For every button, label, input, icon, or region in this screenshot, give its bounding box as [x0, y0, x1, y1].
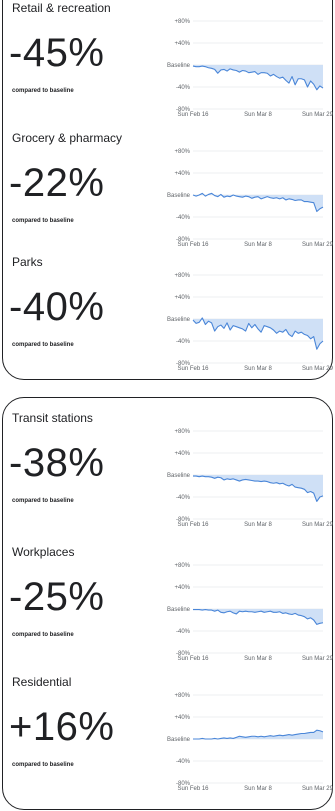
category-title: Residential: [12, 675, 72, 689]
category-block: Retail & recreation -45% compared to bas…: [3, 1, 334, 129]
y-tick-label: +80%: [174, 563, 190, 569]
trend-chart: +80%+40%Baseline-40%-80%Sun Feb 16 Sun Ma…: [167, 693, 334, 792]
y-tick-label: -40%: [176, 759, 191, 765]
x-tick-label: Sun Feb 16: [177, 242, 209, 248]
y-tick-label: Baseline: [167, 473, 191, 479]
trend-chart: +80%+40%Baseline-40%-80%Sun Feb 16 Sun Ma…: [167, 149, 334, 248]
trend-chart: +80%+40%Baseline-40%-80%Sun Feb 16 Sun Ma…: [167, 563, 334, 662]
x-tick-label: Sun Mar 29: [302, 242, 334, 248]
x-tick-label: Sun Mar 8: [244, 786, 272, 792]
y-tick-label: Baseline: [167, 317, 191, 323]
x-tick-label: Sun Mar 29: [302, 786, 334, 792]
category-block: Grocery & pharmacy -22% compared to base…: [3, 131, 334, 259]
x-tick-label: Sun Mar 8: [244, 366, 272, 372]
category-block: Transit stations -38% compared to baseli…: [3, 411, 334, 539]
x-tick-label: Sun Mar 8: [244, 242, 272, 248]
category-title: Grocery & pharmacy: [12, 131, 123, 145]
y-tick-label: +80%: [174, 19, 190, 25]
y-tick-label: -40%: [176, 85, 191, 91]
x-tick-label: Sun Feb 16: [177, 522, 209, 528]
x-tick-label: Sun Mar 8: [244, 522, 272, 528]
y-tick-label: Baseline: [167, 193, 191, 199]
x-tick-label: Sun Mar 8: [244, 656, 272, 662]
comparison-caption: compared to baseline: [12, 498, 74, 504]
area-fill: [193, 193, 323, 212]
y-tick-label: +80%: [174, 693, 190, 699]
percent-change: -38%: [9, 441, 105, 485]
trend-chart: +80%+40%Baseline-40%-80%Sun Feb 16 Sun Ma…: [167, 273, 334, 372]
y-tick-label: -40%: [176, 495, 191, 501]
y-tick-label: +40%: [174, 585, 190, 591]
y-tick-label: -40%: [176, 629, 191, 635]
percent-change: -25%: [9, 575, 105, 619]
x-tick-label: Sun Mar 29: [302, 656, 334, 662]
y-tick-label: -40%: [176, 339, 191, 345]
comparison-caption: compared to baseline: [12, 88, 74, 94]
x-tick-label: Sun Mar 29: [302, 366, 334, 372]
y-tick-label: +80%: [174, 429, 190, 435]
y-tick-label: +40%: [174, 715, 190, 721]
comparison-caption: compared to baseline: [12, 218, 74, 224]
x-tick-label: Sun Mar 8: [244, 112, 272, 118]
y-tick-label: Baseline: [167, 607, 191, 613]
category-title: Transit stations: [12, 411, 93, 425]
percent-change: +16%: [9, 705, 115, 749]
category-block: Residential +16% compared to baseline +8…: [3, 675, 334, 803]
y-tick-label: +40%: [174, 295, 190, 301]
mobility-card-2: Transit stations -38% compared to baseli…: [2, 397, 334, 810]
category-title: Parks: [12, 255, 43, 269]
y-tick-label: -40%: [176, 215, 191, 221]
percent-change: -45%: [9, 31, 105, 75]
category-block: Parks -40% compared to baseline +80% +40%…: [3, 255, 334, 383]
y-tick-label: Baseline: [167, 63, 191, 69]
area-fill: [193, 475, 323, 502]
x-tick-label: Sun Feb 16: [177, 656, 209, 662]
percent-change: -22%: [9, 161, 105, 205]
percent-change: -40%: [9, 285, 105, 329]
x-tick-label: Sun Feb 16: [177, 366, 209, 372]
y-tick-label: +40%: [174, 451, 190, 457]
y-tick-label: +40%: [174, 41, 190, 47]
trend-chart: +80%+40%Baseline-40%-80%Sun Feb 16 Sun Ma…: [167, 19, 334, 118]
category-title: Retail & recreation: [12, 1, 111, 15]
x-tick-label: Sun Mar 29: [302, 112, 334, 118]
y-tick-label: +80%: [174, 273, 190, 279]
comparison-caption: compared to baseline: [12, 762, 74, 768]
comparison-caption: compared to baseline: [12, 342, 74, 348]
y-tick-label: +40%: [174, 171, 190, 177]
x-tick-label: Sun Mar 29: [302, 522, 334, 528]
comparison-caption: compared to baseline: [12, 632, 74, 638]
category-block: Workplaces -25% compared to baseline +80…: [3, 545, 334, 673]
y-tick-label: +80%: [174, 149, 190, 155]
trend-chart: +80%+40%Baseline-40%-80%Sun Feb 16 Sun Ma…: [167, 429, 334, 528]
mobility-card-1: Retail & recreation -45% compared to bas…: [2, 0, 334, 383]
y-tick-label: Baseline: [167, 737, 191, 743]
x-tick-label: Sun Feb 16: [177, 112, 209, 118]
category-title: Workplaces: [12, 545, 75, 559]
area-fill: [193, 730, 323, 739]
x-tick-label: Sun Feb 16: [177, 786, 209, 792]
